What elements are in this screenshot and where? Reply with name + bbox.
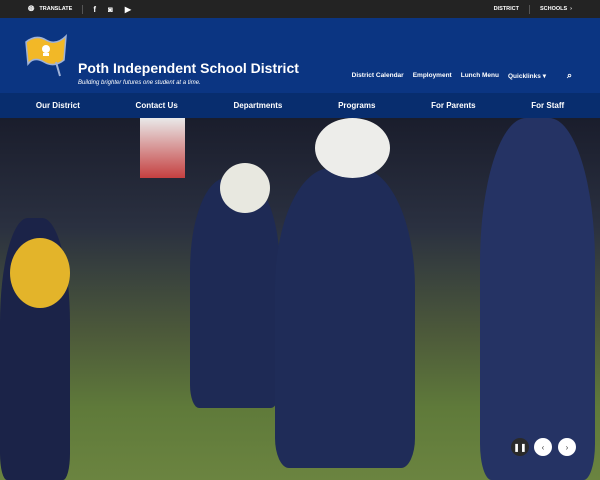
nav-our-district[interactable]: Our District: [36, 101, 80, 110]
player-figure: [190, 178, 280, 408]
hero-slideshow-image: [0, 118, 600, 480]
caret-right-icon: ›: [570, 6, 572, 12]
nav-contact-us[interactable]: Contact Us: [136, 101, 178, 110]
divider: [528, 4, 530, 14]
nav-for-staff[interactable]: For Staff: [531, 101, 564, 110]
translate-button[interactable]: TRANSLATE: [39, 6, 72, 12]
divider: [82, 4, 84, 14]
lunch-menu-link[interactable]: Lunch Menu: [461, 72, 499, 79]
flag: [140, 118, 185, 178]
globe-icon: 🌐︎: [28, 4, 35, 13]
quicklinks-dropdown[interactable]: Quicklinks ▾: [508, 72, 546, 80]
top-bar: 🌐︎ TRANSLATE f ◙ ▶ DISTRICT SCHOOLS ›: [0, 0, 600, 18]
facebook-icon[interactable]: f: [93, 5, 96, 14]
district-calendar-link[interactable]: District Calendar: [352, 72, 404, 79]
player-figure: [480, 118, 595, 480]
helmet: [315, 118, 390, 178]
nav-for-parents[interactable]: For Parents: [431, 101, 475, 110]
helmet: [220, 163, 270, 213]
schools-dropdown[interactable]: SCHOOLS: [540, 6, 567, 12]
site-title[interactable]: Poth Independent School District: [78, 60, 299, 76]
pirate-flag-logo[interactable]: [22, 32, 70, 78]
pause-button[interactable]: ❚❚: [511, 438, 529, 456]
player-figure: [275, 168, 415, 468]
main-nav: Our District Contact Us Departments Prog…: [0, 93, 600, 118]
nav-programs[interactable]: Programs: [338, 101, 375, 110]
site-header: Poth Independent School District Buildin…: [0, 18, 600, 93]
nav-departments[interactable]: Departments: [233, 101, 282, 110]
caret-down-icon: ▾: [542, 72, 546, 80]
youtube-icon[interactable]: ▶: [125, 5, 131, 14]
pom-pom: [10, 238, 70, 308]
previous-slide-button[interactable]: ‹: [534, 438, 552, 456]
instagram-icon[interactable]: ◙: [108, 5, 113, 14]
site-tagline: Building brighter futures one student at…: [78, 80, 201, 86]
quicklinks-label: Quicklinks: [508, 72, 541, 80]
search-icon[interactable]: ⌕: [567, 70, 572, 81]
district-link[interactable]: DISTRICT: [494, 6, 519, 12]
next-slide-button[interactable]: ›: [558, 438, 576, 456]
employment-link[interactable]: Employment: [413, 72, 452, 79]
utility-nav: District Calendar Employment Lunch Menu …: [352, 70, 572, 81]
